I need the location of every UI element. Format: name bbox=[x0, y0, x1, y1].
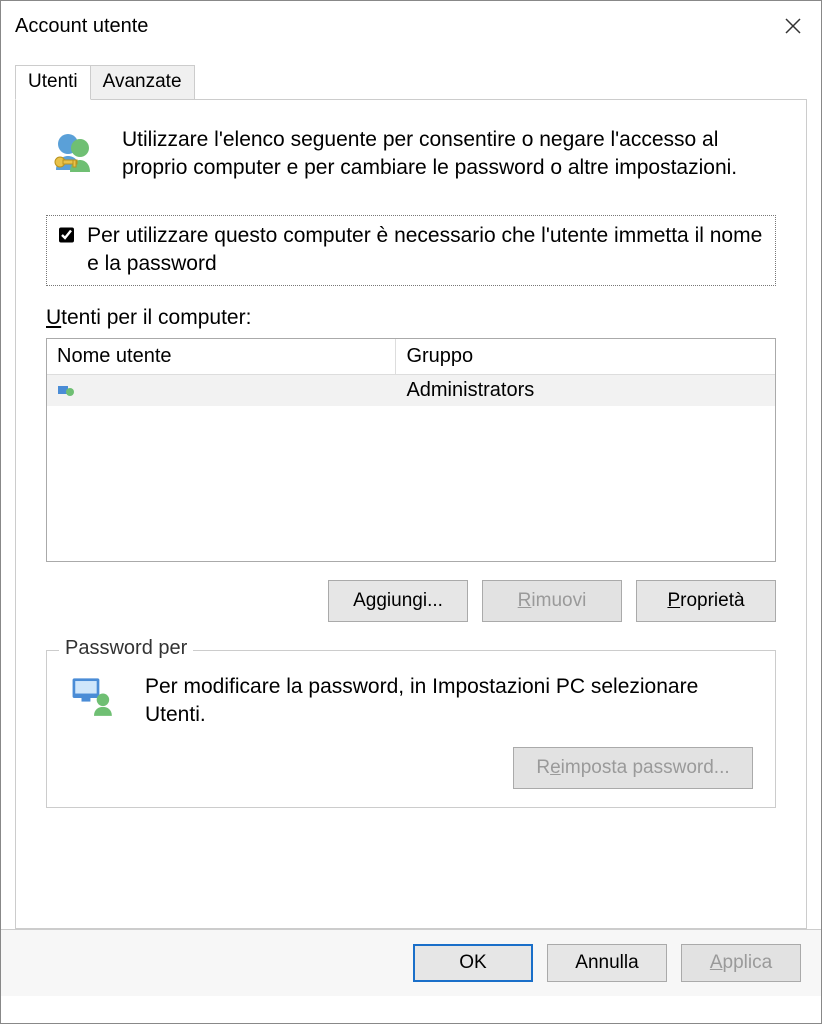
table-row[interactable]: Administrators bbox=[47, 375, 775, 406]
close-icon bbox=[785, 18, 801, 34]
user-buttons-row: Aggiungi... Rimuovi Proprietà bbox=[46, 580, 776, 622]
ok-button[interactable]: OK bbox=[413, 944, 533, 982]
listview-header: Nome utente Gruppo bbox=[47, 339, 775, 375]
users-listview[interactable]: Nome utente Gruppo Administrators bbox=[46, 338, 776, 562]
cell-group: Administrators bbox=[396, 375, 775, 406]
window-title: Account utente bbox=[15, 15, 148, 38]
require-login-checkbox[interactable] bbox=[59, 226, 74, 244]
cell-username bbox=[47, 375, 396, 406]
titlebar: Account utente bbox=[1, 1, 821, 51]
users-keys-icon bbox=[46, 126, 102, 187]
intro-text: Utilizzare l'elenco seguente per consent… bbox=[122, 126, 776, 183]
password-legend: Password per bbox=[59, 637, 193, 660]
tab-users[interactable]: Utenti bbox=[15, 65, 91, 100]
password-groupbox: Password per Per modificare la password,… bbox=[46, 650, 776, 809]
users-list-label: Utenti per il computer: bbox=[46, 306, 776, 330]
monitor-user-icon bbox=[69, 673, 125, 728]
password-text: Per modificare la password, in Impostazi… bbox=[145, 673, 753, 730]
password-body: Per modificare la password, in Impostazi… bbox=[69, 673, 753, 730]
intro-row: Utilizzare l'elenco seguente per consent… bbox=[46, 126, 776, 187]
reset-password-button[interactable]: Reimposta password... bbox=[513, 747, 753, 789]
tab-strip: Utenti Avanzate bbox=[15, 65, 807, 99]
tab-area: Utenti Avanzate Utilizzare l'elenco segu… bbox=[15, 65, 807, 929]
remove-button[interactable]: Rimuovi bbox=[482, 580, 622, 622]
tab-advanced[interactable]: Avanzate bbox=[91, 65, 195, 100]
cancel-button[interactable]: Annulla bbox=[547, 944, 667, 982]
properties-button[interactable]: Proprietà bbox=[636, 580, 776, 622]
column-group[interactable]: Gruppo bbox=[396, 339, 775, 374]
close-button[interactable] bbox=[765, 1, 821, 51]
add-button[interactable]: Aggiungi... bbox=[328, 580, 468, 622]
user-icon bbox=[57, 382, 75, 398]
tab-panel-users: Utilizzare l'elenco seguente per consent… bbox=[15, 99, 807, 929]
require-login-row: Per utilizzare questo computer è necessa… bbox=[46, 215, 776, 286]
column-username[interactable]: Nome utente bbox=[47, 339, 396, 374]
require-login-label: Per utilizzare questo computer è necessa… bbox=[87, 222, 767, 279]
apply-button[interactable]: Applica bbox=[681, 944, 801, 982]
password-button-row: Reimposta password... bbox=[69, 747, 753, 789]
dialog-button-bar: OK Annulla Applica bbox=[1, 929, 821, 996]
